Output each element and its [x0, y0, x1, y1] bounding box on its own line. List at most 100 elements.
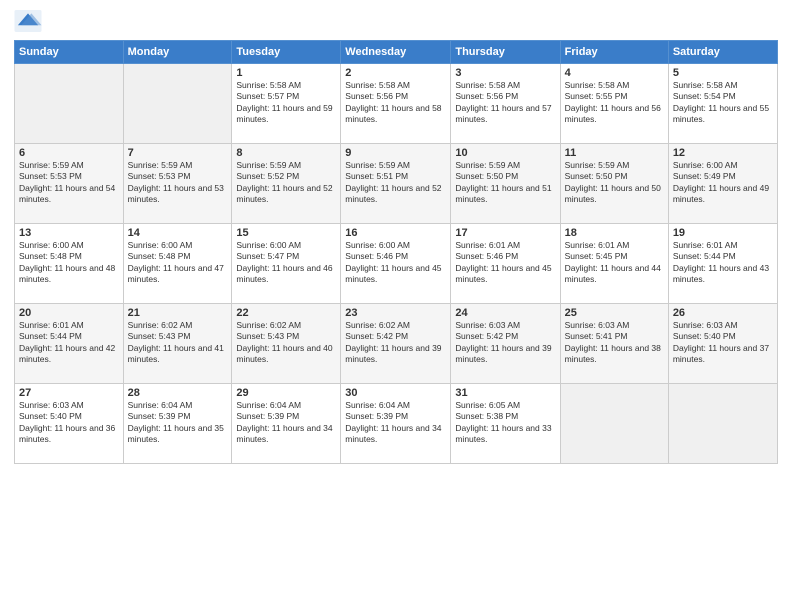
- day-number: 1: [236, 67, 336, 79]
- day-info: Sunrise: 6:03 AMSunset: 5:40 PMDaylight:…: [19, 400, 119, 446]
- calendar-day-cell: 27Sunrise: 6:03 AMSunset: 5:40 PMDayligh…: [15, 384, 124, 464]
- day-number: 15: [236, 227, 336, 239]
- day-number: 31: [455, 387, 555, 399]
- calendar-week-row: 20Sunrise: 6:01 AMSunset: 5:44 PMDayligh…: [15, 304, 778, 384]
- calendar-day-cell: 1Sunrise: 5:58 AMSunset: 5:57 PMDaylight…: [232, 64, 341, 144]
- calendar-day-cell: 22Sunrise: 6:02 AMSunset: 5:43 PMDayligh…: [232, 304, 341, 384]
- day-info: Sunrise: 5:59 AMSunset: 5:53 PMDaylight:…: [19, 160, 119, 206]
- calendar-day-cell: [15, 64, 124, 144]
- day-number: 18: [565, 227, 664, 239]
- calendar-day-cell: 21Sunrise: 6:02 AMSunset: 5:43 PMDayligh…: [123, 304, 232, 384]
- calendar-day-cell: 9Sunrise: 5:59 AMSunset: 5:51 PMDaylight…: [341, 144, 451, 224]
- calendar-day-cell: 29Sunrise: 6:04 AMSunset: 5:39 PMDayligh…: [232, 384, 341, 464]
- calendar-day-cell: 11Sunrise: 5:59 AMSunset: 5:50 PMDayligh…: [560, 144, 668, 224]
- calendar-day-cell: 15Sunrise: 6:00 AMSunset: 5:47 PMDayligh…: [232, 224, 341, 304]
- calendar-day-cell: 8Sunrise: 5:59 AMSunset: 5:52 PMDaylight…: [232, 144, 341, 224]
- day-number: 8: [236, 147, 336, 159]
- calendar-day-cell: 20Sunrise: 6:01 AMSunset: 5:44 PMDayligh…: [15, 304, 124, 384]
- calendar-day-cell: 7Sunrise: 5:59 AMSunset: 5:53 PMDaylight…: [123, 144, 232, 224]
- logo-icon: [14, 10, 42, 32]
- day-number: 2: [345, 67, 446, 79]
- day-number: 25: [565, 307, 664, 319]
- calendar-day-cell: 19Sunrise: 6:01 AMSunset: 5:44 PMDayligh…: [668, 224, 777, 304]
- day-number: 24: [455, 307, 555, 319]
- day-info: Sunrise: 6:02 AMSunset: 5:43 PMDaylight:…: [236, 320, 336, 366]
- weekday-header: Tuesday: [232, 41, 341, 64]
- day-info: Sunrise: 6:01 AMSunset: 5:44 PMDaylight:…: [19, 320, 119, 366]
- day-info: Sunrise: 5:58 AMSunset: 5:54 PMDaylight:…: [673, 80, 773, 126]
- calendar-week-row: 13Sunrise: 6:00 AMSunset: 5:48 PMDayligh…: [15, 224, 778, 304]
- calendar-week-row: 1Sunrise: 5:58 AMSunset: 5:57 PMDaylight…: [15, 64, 778, 144]
- day-number: 16: [345, 227, 446, 239]
- calendar-week-row: 6Sunrise: 5:59 AMSunset: 5:53 PMDaylight…: [15, 144, 778, 224]
- day-number: 19: [673, 227, 773, 239]
- day-info: Sunrise: 6:00 AMSunset: 5:49 PMDaylight:…: [673, 160, 773, 206]
- page-header: [14, 10, 778, 32]
- day-info: Sunrise: 6:03 AMSunset: 5:40 PMDaylight:…: [673, 320, 773, 366]
- calendar-day-cell: 6Sunrise: 5:59 AMSunset: 5:53 PMDaylight…: [15, 144, 124, 224]
- weekday-header: Sunday: [15, 41, 124, 64]
- day-info: Sunrise: 6:01 AMSunset: 5:44 PMDaylight:…: [673, 240, 773, 286]
- day-info: Sunrise: 6:00 AMSunset: 5:48 PMDaylight:…: [19, 240, 119, 286]
- calendar-table: SundayMondayTuesdayWednesdayThursdayFrid…: [14, 40, 778, 464]
- calendar-day-cell: [668, 384, 777, 464]
- weekday-header: Wednesday: [341, 41, 451, 64]
- day-info: Sunrise: 6:04 AMSunset: 5:39 PMDaylight:…: [236, 400, 336, 446]
- calendar-day-cell: 18Sunrise: 6:01 AMSunset: 5:45 PMDayligh…: [560, 224, 668, 304]
- calendar-day-cell: 2Sunrise: 5:58 AMSunset: 5:56 PMDaylight…: [341, 64, 451, 144]
- day-info: Sunrise: 6:00 AMSunset: 5:46 PMDaylight:…: [345, 240, 446, 286]
- weekday-header: Thursday: [451, 41, 560, 64]
- day-number: 30: [345, 387, 446, 399]
- day-number: 17: [455, 227, 555, 239]
- calendar-day-cell: 31Sunrise: 6:05 AMSunset: 5:38 PMDayligh…: [451, 384, 560, 464]
- day-info: Sunrise: 6:00 AMSunset: 5:47 PMDaylight:…: [236, 240, 336, 286]
- calendar-day-cell: 13Sunrise: 6:00 AMSunset: 5:48 PMDayligh…: [15, 224, 124, 304]
- day-number: 11: [565, 147, 664, 159]
- calendar-day-cell: 10Sunrise: 5:59 AMSunset: 5:50 PMDayligh…: [451, 144, 560, 224]
- day-number: 5: [673, 67, 773, 79]
- day-info: Sunrise: 6:03 AMSunset: 5:41 PMDaylight:…: [565, 320, 664, 366]
- day-number: 26: [673, 307, 773, 319]
- day-info: Sunrise: 6:03 AMSunset: 5:42 PMDaylight:…: [455, 320, 555, 366]
- day-number: 3: [455, 67, 555, 79]
- weekday-header: Friday: [560, 41, 668, 64]
- day-info: Sunrise: 6:01 AMSunset: 5:46 PMDaylight:…: [455, 240, 555, 286]
- day-info: Sunrise: 6:05 AMSunset: 5:38 PMDaylight:…: [455, 400, 555, 446]
- calendar-day-cell: 12Sunrise: 6:00 AMSunset: 5:49 PMDayligh…: [668, 144, 777, 224]
- calendar-day-cell: 17Sunrise: 6:01 AMSunset: 5:46 PMDayligh…: [451, 224, 560, 304]
- calendar-day-cell: 24Sunrise: 6:03 AMSunset: 5:42 PMDayligh…: [451, 304, 560, 384]
- weekday-header-row: SundayMondayTuesdayWednesdayThursdayFrid…: [15, 41, 778, 64]
- day-info: Sunrise: 6:02 AMSunset: 5:43 PMDaylight:…: [128, 320, 228, 366]
- day-number: 12: [673, 147, 773, 159]
- calendar-day-cell: [123, 64, 232, 144]
- day-info: Sunrise: 6:04 AMSunset: 5:39 PMDaylight:…: [128, 400, 228, 446]
- calendar-day-cell: 14Sunrise: 6:00 AMSunset: 5:48 PMDayligh…: [123, 224, 232, 304]
- day-info: Sunrise: 6:00 AMSunset: 5:48 PMDaylight:…: [128, 240, 228, 286]
- calendar-day-cell: 4Sunrise: 5:58 AMSunset: 5:55 PMDaylight…: [560, 64, 668, 144]
- calendar-day-cell: 5Sunrise: 5:58 AMSunset: 5:54 PMDaylight…: [668, 64, 777, 144]
- calendar-day-cell: 3Sunrise: 5:58 AMSunset: 5:56 PMDaylight…: [451, 64, 560, 144]
- day-info: Sunrise: 5:58 AMSunset: 5:57 PMDaylight:…: [236, 80, 336, 126]
- logo: [14, 10, 46, 32]
- day-info: Sunrise: 5:58 AMSunset: 5:56 PMDaylight:…: [455, 80, 555, 126]
- weekday-header: Saturday: [668, 41, 777, 64]
- calendar-day-cell: 26Sunrise: 6:03 AMSunset: 5:40 PMDayligh…: [668, 304, 777, 384]
- day-number: 6: [19, 147, 119, 159]
- day-number: 4: [565, 67, 664, 79]
- day-number: 10: [455, 147, 555, 159]
- calendar-day-cell: 28Sunrise: 6:04 AMSunset: 5:39 PMDayligh…: [123, 384, 232, 464]
- day-info: Sunrise: 5:59 AMSunset: 5:53 PMDaylight:…: [128, 160, 228, 206]
- day-number: 20: [19, 307, 119, 319]
- calendar-day-cell: 25Sunrise: 6:03 AMSunset: 5:41 PMDayligh…: [560, 304, 668, 384]
- calendar-day-cell: 16Sunrise: 6:00 AMSunset: 5:46 PMDayligh…: [341, 224, 451, 304]
- calendar-day-cell: 23Sunrise: 6:02 AMSunset: 5:42 PMDayligh…: [341, 304, 451, 384]
- weekday-header: Monday: [123, 41, 232, 64]
- day-info: Sunrise: 5:58 AMSunset: 5:55 PMDaylight:…: [565, 80, 664, 126]
- day-number: 28: [128, 387, 228, 399]
- calendar-day-cell: [560, 384, 668, 464]
- day-info: Sunrise: 5:59 AMSunset: 5:51 PMDaylight:…: [345, 160, 446, 206]
- day-number: 9: [345, 147, 446, 159]
- day-number: 21: [128, 307, 228, 319]
- day-number: 22: [236, 307, 336, 319]
- day-number: 13: [19, 227, 119, 239]
